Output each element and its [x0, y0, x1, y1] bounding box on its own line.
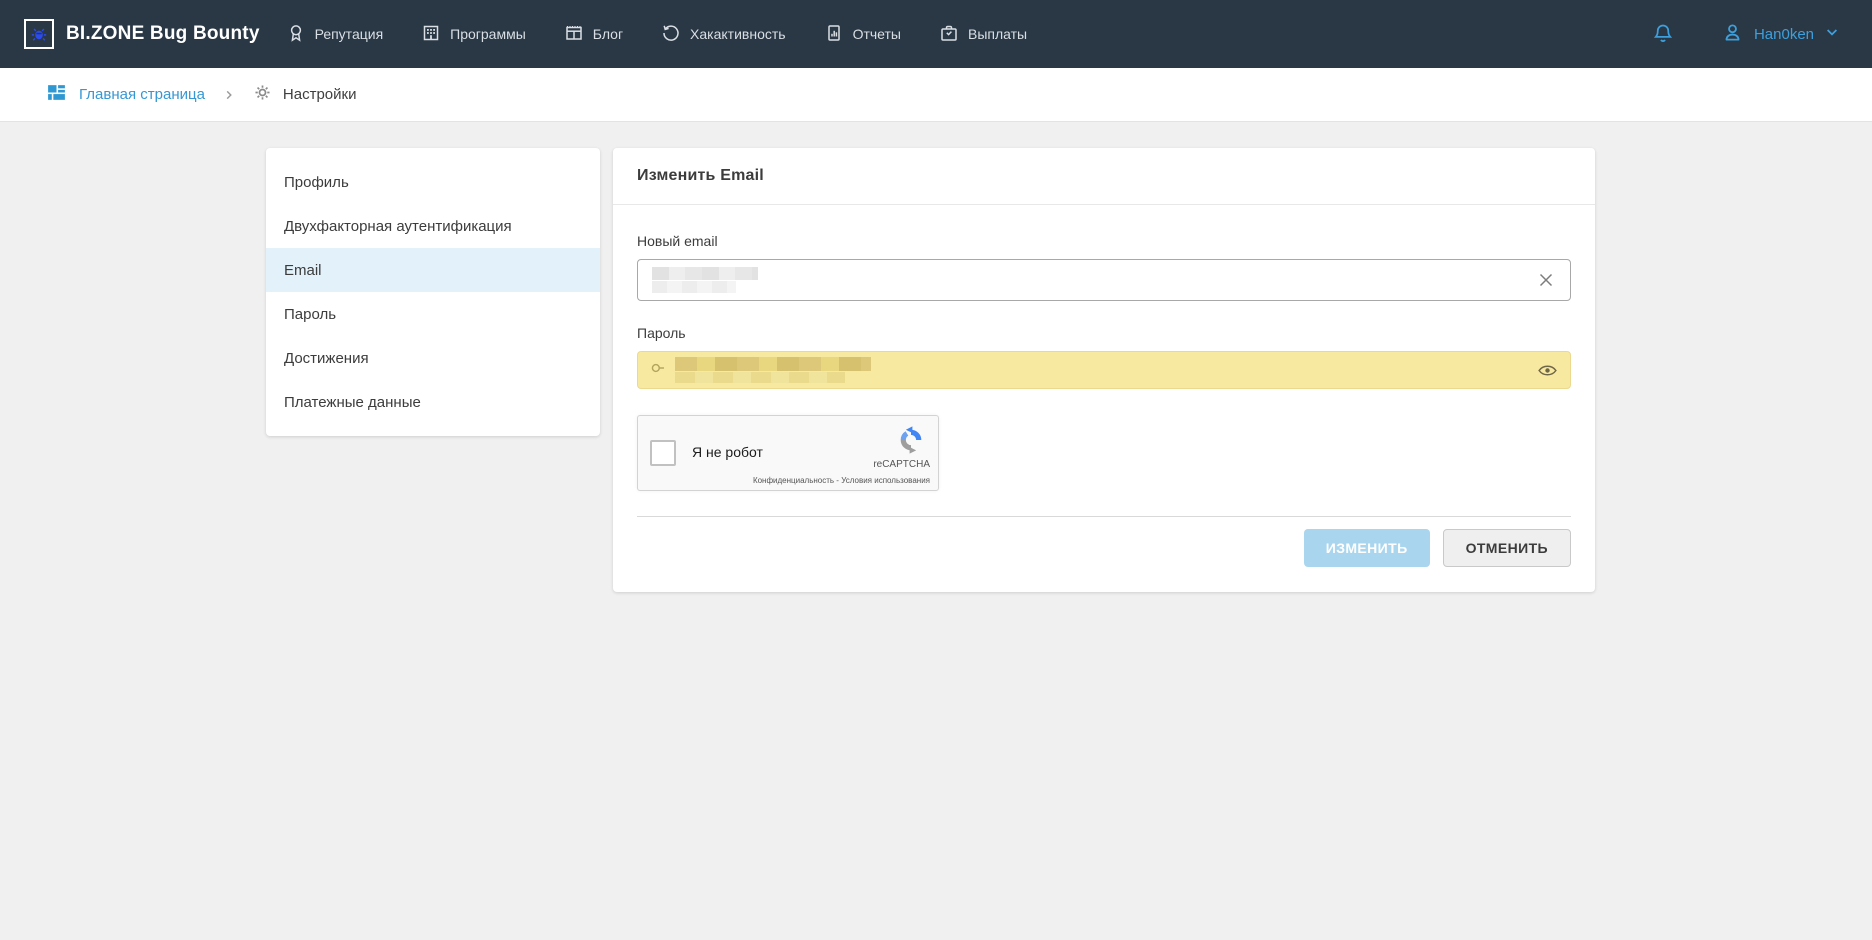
sidebar-item-payment-details[interactable]: Платежные данные: [266, 380, 600, 424]
gear-icon: [253, 83, 272, 106]
building-icon: [421, 23, 441, 46]
recaptcha-brand-text: reCAPTCHA: [873, 459, 930, 470]
redacted-password-value: [675, 357, 871, 383]
recaptcha-label: Я не робот: [692, 444, 763, 460]
form-actions: ИЗМЕНИТЬ ОТМЕНИТЬ: [637, 517, 1571, 592]
panel-header: Изменить Email: [613, 148, 1595, 205]
show-password-eye-icon[interactable]: [1537, 360, 1558, 381]
nav-item-label: Отчеты: [853, 26, 901, 42]
brand-title: BI.ZONE Bug Bounty: [66, 23, 260, 45]
new-email-input[interactable]: [637, 259, 1571, 301]
top-nav: BI.ZONE Bug Bounty Репутация: [0, 0, 1872, 68]
new-email-label: Новый email: [637, 233, 1571, 249]
breadcrumb-current-label: Настройки: [283, 86, 357, 103]
nav-item-reports[interactable]: Отчеты: [824, 23, 901, 46]
nav-item-reputation[interactable]: Репутация: [286, 23, 384, 46]
nav-item-label: Хакактивность: [690, 26, 786, 42]
history-icon: [661, 23, 681, 46]
breadcrumb-home-link[interactable]: Главная страница: [46, 82, 205, 107]
cancel-button[interactable]: ОТМЕНИТЬ: [1443, 529, 1571, 567]
breadcrumb: Главная страница Настройки: [0, 68, 1872, 122]
breadcrumb-current: Настройки: [253, 83, 357, 106]
user-icon: [1721, 21, 1744, 48]
bizone-bug-icon: [24, 19, 54, 49]
payout-icon: [939, 23, 959, 46]
password-label: Пароль: [637, 325, 1571, 341]
chevron-down-icon: [1824, 24, 1840, 44]
sidebar-item-2fa[interactable]: Двухфакторная аутентификация: [266, 204, 600, 248]
recaptcha-checkbox[interactable]: [650, 440, 676, 466]
recaptcha-privacy-links[interactable]: Конфиденциальность - Условия использован…: [753, 476, 930, 485]
sidebar-item-password[interactable]: Пароль: [266, 292, 600, 336]
nav-item-label: Репутация: [315, 26, 384, 42]
clear-email-icon[interactable]: [1536, 270, 1556, 290]
panel-body: Новый email Пароль: [613, 205, 1595, 592]
newspaper-icon: [564, 23, 584, 46]
redacted-email-value: [652, 267, 758, 293]
username: Han0ken: [1754, 26, 1814, 43]
sidebar-item-email[interactable]: Email: [266, 248, 600, 292]
key-icon: [650, 359, 668, 382]
nav-item-label: Выплаты: [968, 26, 1027, 42]
brand-logo[interactable]: BI.ZONE Bug Bounty: [24, 19, 260, 49]
password-input[interactable]: [637, 351, 1571, 389]
nav-item-programs[interactable]: Программы: [421, 23, 526, 46]
notifications-bell-icon[interactable]: [1651, 22, 1675, 46]
change-email-panel: Изменить Email Новый email Пароль: [613, 148, 1595, 592]
recaptcha-widget: Я не робот reCAPTCHA Конфиденциальность …: [637, 415, 939, 491]
submit-change-button[interactable]: ИЗМЕНИТЬ: [1304, 529, 1430, 567]
sidebar-item-achievements[interactable]: Достижения: [266, 336, 600, 380]
user-menu[interactable]: Han0ken: [1721, 21, 1840, 48]
nav-item-label: Программы: [450, 26, 526, 42]
nav-item-payouts[interactable]: Выплаты: [939, 23, 1027, 46]
chevron-right-icon: [223, 89, 235, 101]
medal-icon: [286, 23, 306, 46]
nav-menu: Репутация Программы: [286, 23, 1028, 46]
nav-item-blog[interactable]: Блог: [564, 23, 623, 46]
nav-item-label: Блог: [593, 26, 623, 42]
nav-right: Han0ken: [1651, 21, 1840, 48]
dashboard-grid-icon: [46, 82, 67, 107]
content-area: Профиль Двухфакторная аутентификация Ema…: [0, 122, 1872, 592]
report-icon: [824, 23, 844, 46]
settings-sidebar: Профиль Двухфакторная аутентификация Ema…: [266, 148, 600, 436]
sidebar-item-profile[interactable]: Профиль: [266, 160, 600, 204]
breadcrumb-home-label: Главная страница: [79, 86, 205, 103]
nav-item-hackactivity[interactable]: Хакактивность: [661, 23, 786, 46]
panel-title: Изменить Email: [637, 167, 764, 185]
recaptcha-logo-icon: [896, 425, 926, 460]
